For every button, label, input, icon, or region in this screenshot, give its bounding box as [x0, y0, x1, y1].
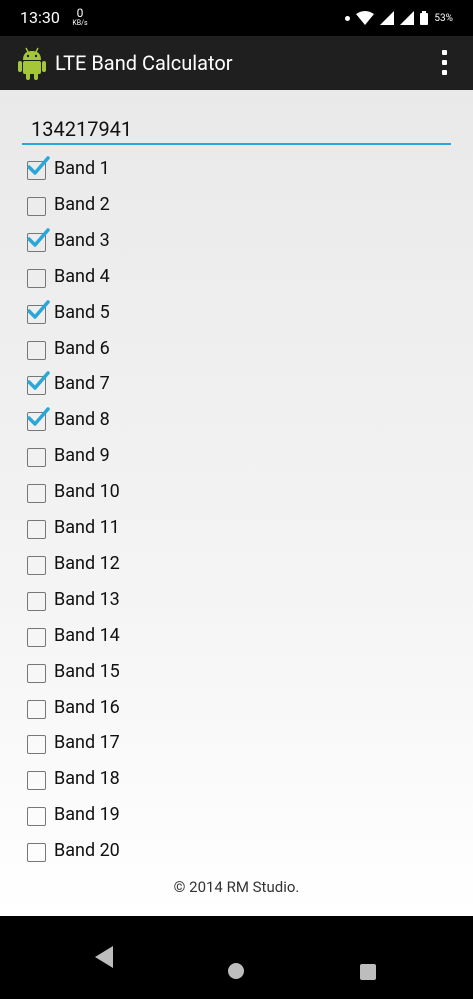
checkmark-icon [27, 371, 50, 391]
band-label: Band 4 [54, 265, 110, 287]
battery-percent: 53% [434, 12, 453, 24]
band-checkbox[interactable] [27, 448, 46, 468]
app-bar: LTE Band Calculator [0, 36, 473, 90]
band-label: Band 15 [54, 660, 120, 682]
band-label: Band 2 [54, 193, 110, 215]
status-bar: 13:30 0 KB/s 53% [0, 0, 473, 36]
status-icons: 53% [345, 8, 453, 28]
checkmark-icon [27, 299, 50, 319]
status-time: 13:30 [20, 8, 60, 27]
checkmark-icon [27, 156, 50, 175]
back-icon[interactable] [95, 946, 113, 968]
band-checkbox[interactable] [27, 196, 46, 216]
bitmask-input[interactable]: 134217941 [22, 115, 451, 145]
band-label: Band 8 [54, 409, 110, 431]
recents-icon[interactable] [360, 964, 376, 980]
net-speed-value: 0 [76, 6, 84, 20]
android-robot-icon [18, 47, 46, 80]
band-label: Band 12 [54, 552, 120, 574]
band-checkbox[interactable] [27, 591, 46, 611]
copyright-footer: © 2014 RM Studio. [173, 878, 300, 896]
band-label: Band 20 [54, 840, 120, 862]
net-speed-indicator: 0 KB/s [70, 7, 90, 27]
wifi-icon [356, 11, 375, 25]
band-checkbox[interactable] [27, 663, 46, 683]
band-checkbox[interactable] [27, 735, 46, 755]
band-label: Band 9 [54, 445, 110, 467]
band-label: Band 19 [54, 804, 120, 826]
band-label: Band 1 [54, 158, 110, 179]
signal-icon [380, 11, 395, 25]
battery-icon [420, 11, 429, 25]
band-checkbox[interactable] [27, 807, 46, 827]
overflow-menu-icon[interactable] [437, 50, 453, 76]
band-label: Band 3 [54, 229, 110, 251]
navigation-bar [0, 916, 473, 999]
band-label: Band 7 [54, 373, 110, 395]
band-checkbox[interactable] [27, 843, 46, 863]
band-label: Band 11 [54, 517, 120, 538]
band-label: Band 10 [54, 481, 120, 503]
band-checkbox[interactable] [27, 340, 46, 360]
home-icon[interactable] [228, 963, 244, 979]
checkmark-icon [27, 228, 50, 247]
band-checkbox[interactable] [27, 268, 46, 288]
net-speed-unit: KB/s [72, 19, 88, 27]
signal-icon-2 [400, 11, 415, 25]
band-checkbox[interactable] [27, 555, 46, 575]
notification-dot-icon [345, 15, 351, 21]
band-label: Band 16 [54, 696, 120, 718]
band-label: Band 6 [54, 337, 110, 359]
band-label: Band 14 [54, 624, 120, 646]
band-label: Band 17 [54, 732, 120, 754]
band-checkbox[interactable] [27, 520, 46, 539]
app-title: LTE Band Calculator [55, 51, 233, 75]
band-label: Band 18 [54, 768, 120, 790]
band-checkbox[interactable] [27, 771, 46, 791]
band-checkbox[interactable] [27, 627, 46, 647]
band-checkbox[interactable] [27, 484, 46, 504]
band-label: Band 13 [54, 588, 120, 610]
checkmark-icon [27, 407, 50, 427]
band-checkbox[interactable] [27, 699, 46, 719]
band-label: Band 5 [54, 301, 110, 323]
